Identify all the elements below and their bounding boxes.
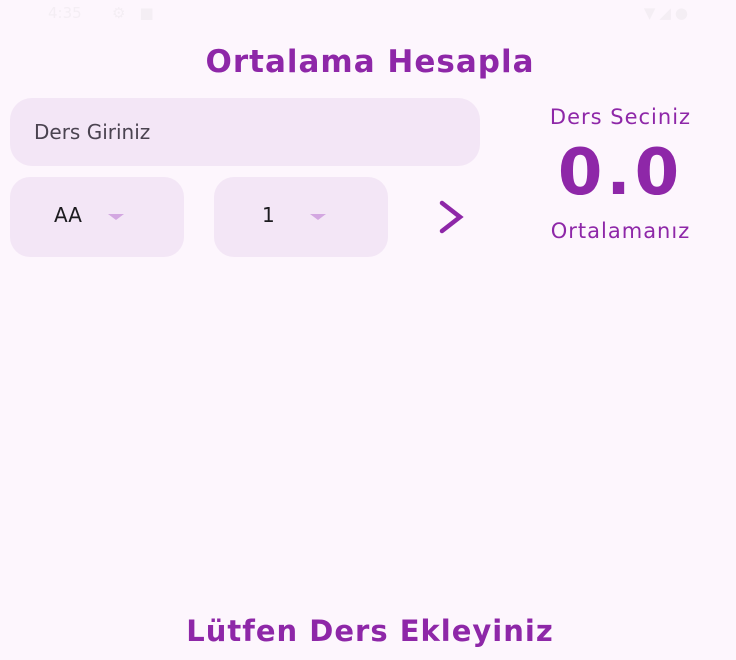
chevron-right-icon xyxy=(439,200,464,234)
credit-dropdown[interactable]: 1 xyxy=(214,177,388,257)
status-time: 4:35 xyxy=(48,4,82,22)
average-value: 0.0 xyxy=(557,136,684,210)
grade-dropdown-value: AA xyxy=(54,203,82,227)
status-bar: 4:35 ⚙■ ▼◢● xyxy=(0,0,736,30)
empty-list-message: Lütfen Ders Ekleyiniz xyxy=(186,614,554,648)
page-title: Ortalama Hesapla xyxy=(205,44,535,80)
signal-icon: ◢ xyxy=(659,4,675,22)
average-panel: Ders Seciniz 0.0 Ortalamanız xyxy=(505,100,736,243)
average-label: Ortalamanız xyxy=(550,219,691,243)
select-course-label: Ders Seciniz xyxy=(549,105,692,129)
credit-dropdown-value: 1 xyxy=(262,203,275,227)
course-name-input[interactable] xyxy=(10,98,480,166)
wifi-icon: ▼ xyxy=(643,4,660,22)
battery-icon: ● xyxy=(674,4,692,22)
status-right-icons: ▼◢● xyxy=(644,4,692,22)
add-course-button[interactable] xyxy=(426,192,474,242)
status-left-icons: ⚙■ xyxy=(112,4,168,22)
caret-down-icon xyxy=(108,214,124,220)
settings-gear-icon: ⚙ xyxy=(112,4,140,22)
caret-down-icon xyxy=(310,214,326,220)
grade-dropdown[interactable]: AA xyxy=(10,177,184,257)
android-robot-icon: ■ xyxy=(139,4,168,22)
